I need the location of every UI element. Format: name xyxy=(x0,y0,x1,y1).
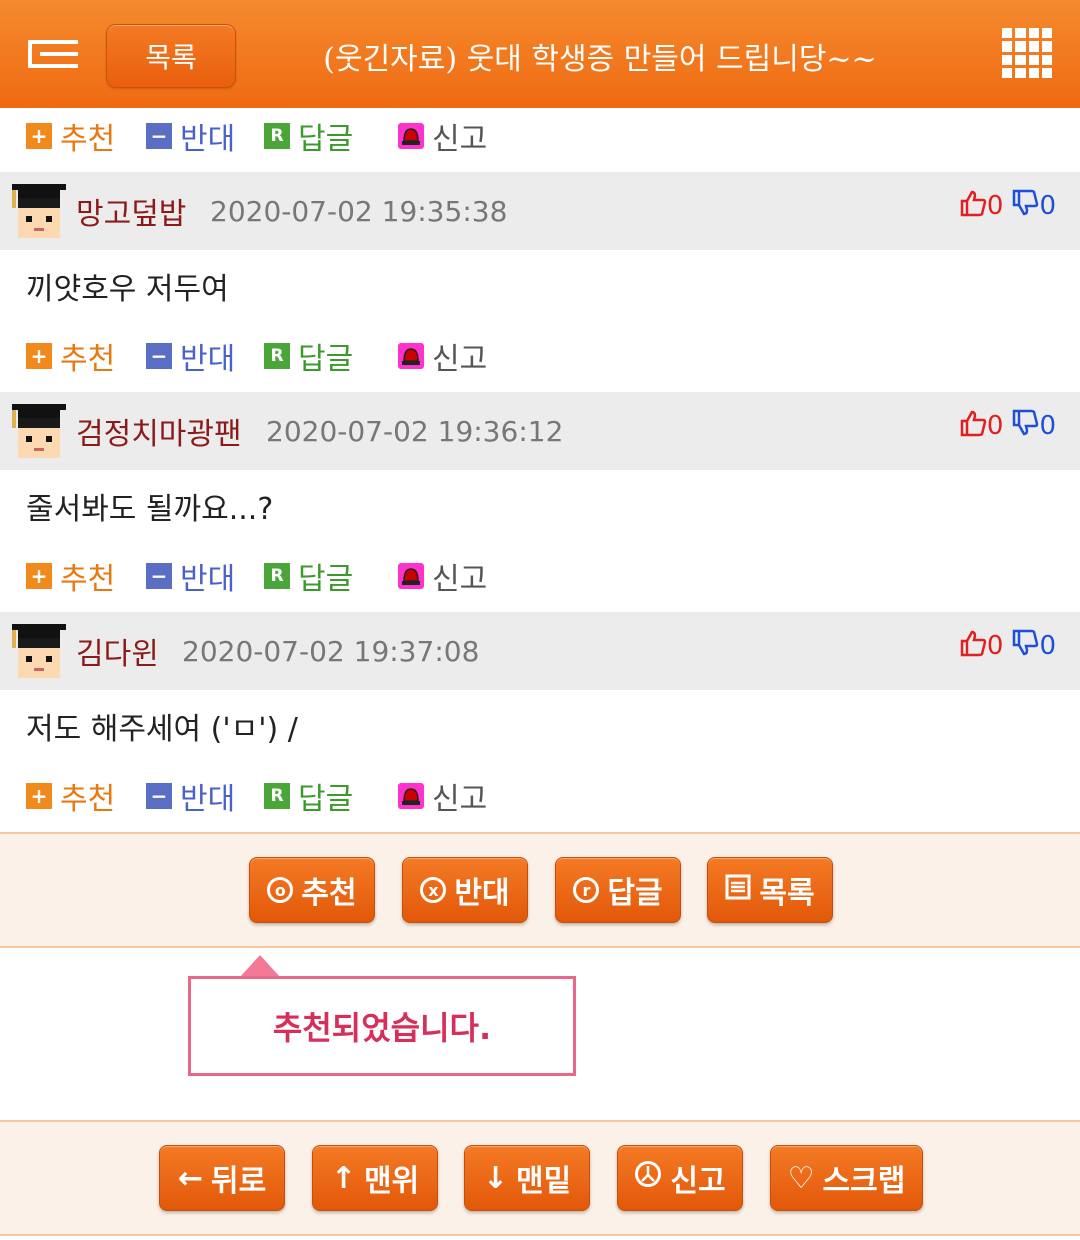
thumbs-up-icon xyxy=(959,629,987,664)
down-count: 0 xyxy=(1039,631,1056,661)
thumbs-down-icon xyxy=(1011,629,1039,664)
plus-icon: + xyxy=(26,343,52,369)
thumbs-up-icon xyxy=(959,409,987,444)
list-button[interactable]: 목록 xyxy=(106,24,236,88)
report-link[interactable]: 신고 xyxy=(398,546,487,606)
minus-icon: − xyxy=(146,123,172,149)
plus-icon: + xyxy=(26,783,52,809)
nav-bar: ← 뒤로 ↑ 맨위 ↓ 맨밑 신고 ♡ 스크랩 xyxy=(0,1120,1080,1236)
vote-bar: o 추천 x 반대 r 답글 목록 xyxy=(0,832,1080,948)
plus-icon: + xyxy=(26,563,52,589)
circle-r-icon: r xyxy=(573,877,600,903)
up-arrow-icon: ↑ xyxy=(330,1160,356,1196)
comment-text: 저도 해주세여 ('ㅁ') / xyxy=(26,712,298,747)
comment-votes: 0 0 xyxy=(959,186,1056,226)
recommend-tooltip: 추천되었습니다. xyxy=(188,976,576,1076)
thumbs-up-icon xyxy=(959,189,987,224)
comment-votes: 0 0 xyxy=(959,626,1056,666)
oppose-link[interactable]: − 반대 xyxy=(146,766,235,826)
comment-text: 줄서봐도 될까요...? xyxy=(26,492,274,527)
recommend-link[interactable]: + 추천 xyxy=(26,766,115,826)
minus-icon: − xyxy=(146,783,172,809)
comment-header: 망고덮밥 2020-07-02 19:35:38 0 0 xyxy=(0,172,1080,250)
report-link[interactable]: 신고 xyxy=(398,766,487,826)
circle-o-icon: o xyxy=(267,877,294,903)
comment-votes: 0 0 xyxy=(959,406,1056,446)
comment-actions: + 추천 − 반대 R 답글 신고 xyxy=(0,766,1080,826)
siren-icon xyxy=(398,563,424,589)
reply-button[interactable]: r 답글 xyxy=(555,857,681,923)
down-count: 0 xyxy=(1039,191,1056,221)
comment-actions: + 추천 − 반대 R 답글 신고 xyxy=(0,106,1080,166)
bottom-button[interactable]: ↓ 맨밑 xyxy=(464,1145,590,1211)
avatar xyxy=(12,184,66,240)
left-arrow-icon: ← xyxy=(177,1160,203,1196)
comment-date: 2020-07-02 19:37:08 xyxy=(182,634,480,668)
plus-icon: + xyxy=(26,123,52,149)
recommend-link[interactable]: + 추천 xyxy=(26,546,115,606)
heart-icon: ♡ xyxy=(787,1160,815,1196)
grid-menu-icon[interactable] xyxy=(1002,28,1052,78)
oppose-link[interactable]: − 반대 xyxy=(146,106,235,166)
report-icon xyxy=(634,1160,662,1196)
reply-link[interactable]: R 답글 xyxy=(264,326,353,386)
reply-icon: R xyxy=(264,123,290,149)
comment-date: 2020-07-02 19:35:38 xyxy=(210,194,508,228)
report-link[interactable]: 신고 xyxy=(398,106,487,166)
recommend-button[interactable]: o 추천 xyxy=(249,857,375,923)
circle-x-icon: x xyxy=(420,877,447,903)
page-title: (웃긴자료) 웃대 학생증 만들어 드립니당~~ xyxy=(323,42,877,77)
app-header: 목록 (웃긴자료) 웃대 학생증 만들어 드립니당~~ xyxy=(0,0,1080,108)
thumbs-down-icon xyxy=(1011,409,1039,444)
avatar xyxy=(12,404,66,460)
down-count: 0 xyxy=(1039,411,1056,441)
scrap-button[interactable]: ♡ 스크랩 xyxy=(770,1145,923,1211)
comment-actions: + 추천 − 반대 R 답글 신고 xyxy=(0,546,1080,606)
comment-actions: + 추천 − 반대 R 답글 신고 xyxy=(0,326,1080,386)
siren-icon xyxy=(398,343,424,369)
reply-icon: R xyxy=(264,563,290,589)
reply-link[interactable]: R 답글 xyxy=(264,546,353,606)
minus-icon: − xyxy=(146,563,172,589)
comment-author[interactable]: 망고덮밥 xyxy=(76,172,186,250)
oppose-link[interactable]: − 반대 xyxy=(146,546,235,606)
down-arrow-icon: ↓ xyxy=(482,1160,508,1196)
comment-author[interactable]: 김다윈 xyxy=(76,612,159,690)
list-icon xyxy=(725,873,751,908)
report-link[interactable]: 신고 xyxy=(398,326,487,386)
up-count: 0 xyxy=(986,631,1004,661)
avatar xyxy=(12,624,66,680)
recommend-link[interactable]: + 추천 xyxy=(26,326,115,386)
reply-icon: R xyxy=(264,343,290,369)
comment-text: 끼얏호우 저두여 xyxy=(26,272,229,307)
reply-link[interactable]: R 답글 xyxy=(264,766,353,826)
top-button[interactable]: ↑ 맨위 xyxy=(312,1145,438,1211)
reply-icon: R xyxy=(264,783,290,809)
comment-date: 2020-07-02 19:36:12 xyxy=(266,414,564,448)
thumbs-down-icon xyxy=(1011,189,1039,224)
comment-author[interactable]: 검정치마광팬 xyxy=(76,392,242,470)
tooltip-arrow xyxy=(240,955,280,977)
report-button[interactable]: 신고 xyxy=(617,1145,743,1211)
menu-icon[interactable] xyxy=(28,40,78,68)
siren-icon xyxy=(398,123,424,149)
comment-header: 김다윈 2020-07-02 19:37:08 0 0 xyxy=(0,612,1080,690)
oppose-button[interactable]: x 반대 xyxy=(402,857,528,923)
back-button[interactable]: ← 뒤로 xyxy=(159,1145,285,1211)
reply-link[interactable]: R 답글 xyxy=(264,106,353,166)
comment-header: 검정치마광팬 2020-07-02 19:36:12 0 0 xyxy=(0,392,1080,470)
up-count: 0 xyxy=(986,191,1004,221)
up-count: 0 xyxy=(986,411,1004,441)
minus-icon: − xyxy=(146,343,172,369)
recommend-link[interactable]: + 추천 xyxy=(26,106,115,166)
oppose-link[interactable]: − 반대 xyxy=(146,326,235,386)
list-bottom-button[interactable]: 목록 xyxy=(707,857,833,923)
siren-icon xyxy=(398,783,424,809)
